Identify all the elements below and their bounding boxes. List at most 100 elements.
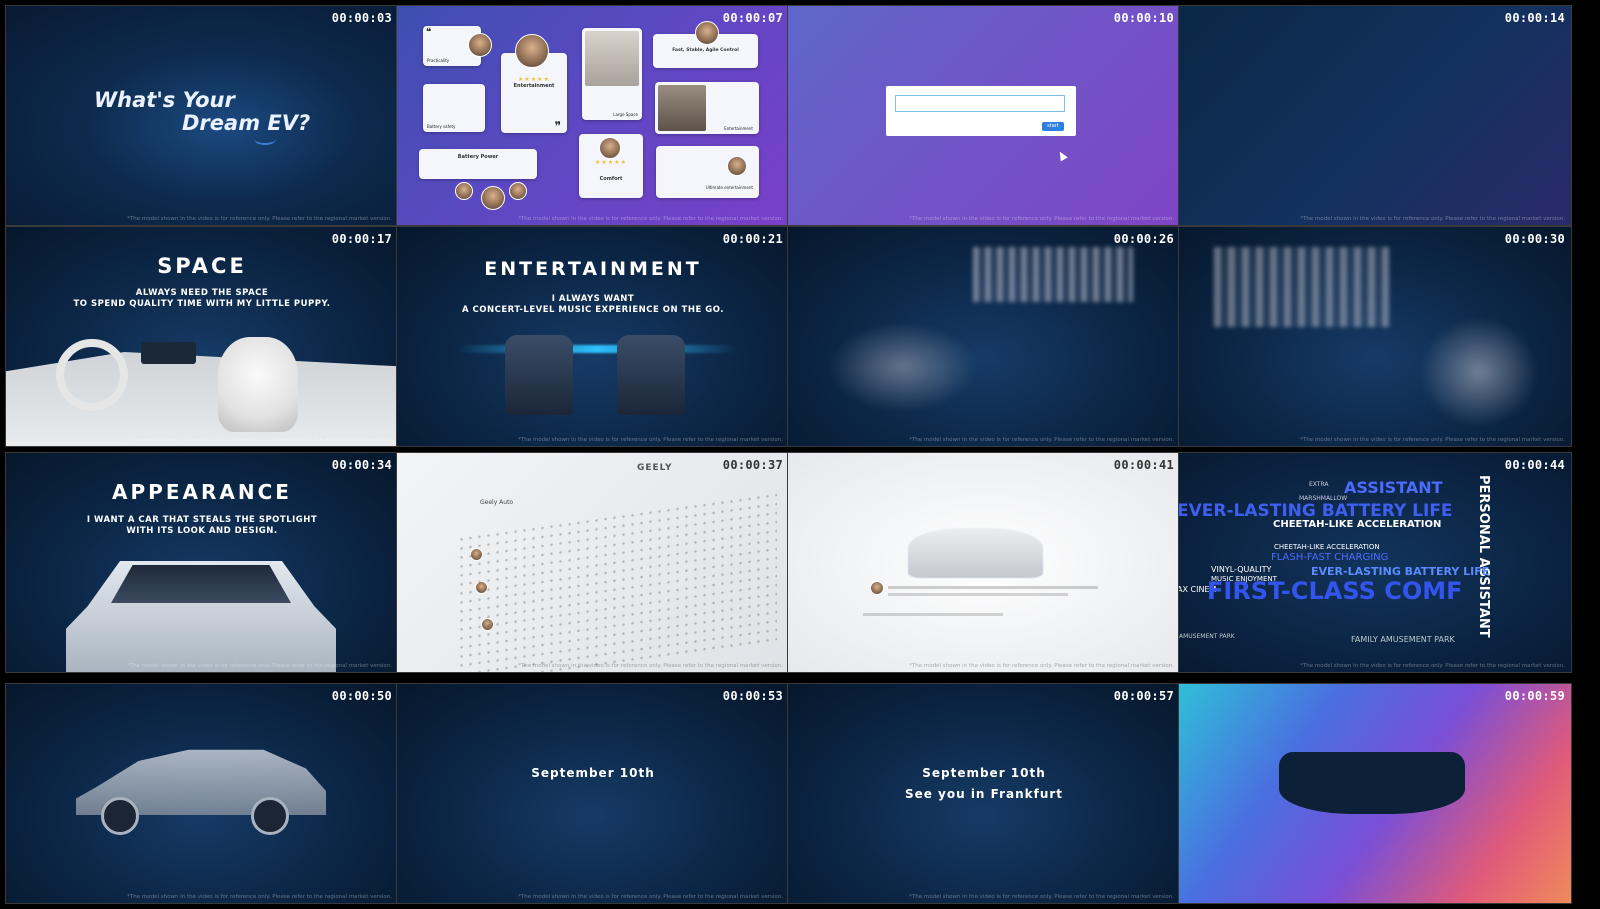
frame-11[interactable]: 00:00:41 *The model shown in the video i… bbox=[787, 452, 1181, 673]
card-label: Entertainment bbox=[724, 126, 753, 131]
word-personal-assistant: PERSONAL ASSISTANT bbox=[1476, 475, 1491, 638]
video-frame-grid: 00:00:03 What's Your Dream EV? *The mode… bbox=[0, 0, 1600, 909]
subtitle-line1: I WANT A CAR THAT STEALS THE SPOTLIGHT bbox=[86, 515, 318, 525]
card-label: Large Space bbox=[613, 112, 638, 117]
frame-4[interactable]: 00:00:14 *The model shown in the video i… bbox=[1178, 5, 1572, 226]
avatar bbox=[515, 34, 549, 68]
timestamp: 00:00:41 bbox=[1113, 458, 1174, 472]
disclaimer: *The model shown in the video is for ref… bbox=[518, 437, 783, 443]
blurred-text-line bbox=[888, 593, 1068, 596]
section-title: ENTERTAINMENT bbox=[484, 258, 702, 280]
post-author: Geely Auto bbox=[480, 499, 514, 506]
avatar bbox=[695, 21, 719, 45]
word-vinyl: VINYL-QUALITY bbox=[1211, 565, 1272, 574]
subtitle-line2: TO SPEND QUALITY TIME WITH MY LITTLE PUP… bbox=[73, 299, 331, 309]
blurred-shape bbox=[828, 322, 978, 412]
frame-12[interactable]: 00:00:44 EXTRA ASSISTANT PERSONAL ASSIST… bbox=[1178, 452, 1572, 673]
blurred-text-line bbox=[888, 586, 1098, 589]
blurred-shape bbox=[1419, 317, 1539, 427]
card-label: Battery Power bbox=[457, 154, 499, 160]
geely-logo-shape bbox=[1279, 752, 1465, 814]
card-label: Entertainment bbox=[513, 83, 555, 89]
headline-line1: What's Your bbox=[94, 88, 235, 112]
avatar bbox=[509, 182, 527, 200]
blurred-text bbox=[1214, 247, 1389, 327]
word-amusement-park: AMUSEMENT PARK bbox=[1179, 633, 1235, 640]
disclaimer: *The model shown in the video is for ref… bbox=[127, 437, 392, 443]
frame-13[interactable]: 00:00:50 *The model shown in the video i… bbox=[5, 683, 399, 904]
word-first-class: FIRST-CLASS COMF bbox=[1207, 577, 1463, 605]
avatar bbox=[599, 137, 621, 159]
avatar bbox=[481, 186, 505, 210]
disclaimer: *The model shown in the video is for ref… bbox=[127, 663, 392, 669]
dashboard-screen bbox=[141, 342, 196, 364]
event-date: September 10th bbox=[922, 766, 1046, 780]
timestamp: 00:00:14 bbox=[1504, 11, 1565, 25]
disclaimer: *The model shown in the video is for ref… bbox=[909, 894, 1174, 900]
wheel-rear bbox=[251, 797, 289, 835]
card-label: Battery safety bbox=[427, 124, 456, 129]
timestamp: 00:00:03 bbox=[331, 11, 392, 25]
dream-ev-input[interactable] bbox=[895, 95, 1065, 112]
subtitle-line1: ALWAYS NEED THE SPACE bbox=[135, 288, 269, 298]
cursor-icon bbox=[1056, 149, 1068, 162]
card-label: Fast, Stable, Agile Control bbox=[672, 48, 739, 53]
steering-wheel bbox=[56, 339, 128, 411]
timestamp: 00:00:10 bbox=[1113, 11, 1174, 25]
disclaimer: *The model shown in the video is for ref… bbox=[518, 894, 783, 900]
disclaimer: *The model shown in the video is for ref… bbox=[909, 663, 1174, 669]
avatar bbox=[455, 182, 473, 200]
review-card-entertainment-2: Entertainment bbox=[655, 82, 759, 134]
frame-6[interactable]: 00:00:21 ENTERTAINMENT I ALWAYS WANT A C… bbox=[396, 226, 790, 447]
frame-3[interactable]: 00:00:10 start *The model shown in the v… bbox=[787, 5, 1181, 226]
quote-icon: ❝ bbox=[426, 27, 432, 38]
photo bbox=[658, 85, 706, 131]
word-extra: EXTRA bbox=[1309, 481, 1329, 488]
timestamp: 00:00:50 bbox=[331, 689, 392, 703]
timestamp: 00:00:21 bbox=[722, 232, 783, 246]
card-label: Practicality bbox=[427, 58, 450, 63]
timestamp: 00:00:57 bbox=[1113, 689, 1174, 703]
car-side-image bbox=[908, 528, 1043, 578]
scattered-particles bbox=[457, 490, 777, 672]
blurred-text bbox=[973, 247, 1133, 302]
card-label: Ultimate entertainment bbox=[705, 185, 753, 190]
timestamp: 00:00:26 bbox=[1113, 232, 1174, 246]
frame-7[interactable]: 00:00:26 *The model shown in the video i… bbox=[787, 226, 1181, 447]
frame-8[interactable]: 00:00:30 *The model shown in the video i… bbox=[1178, 226, 1572, 447]
word-assistant: ASSISTANT bbox=[1344, 478, 1443, 497]
dalmatian-dog bbox=[218, 337, 298, 432]
frame-15[interactable]: 00:00:57 September 10th See you in Frank… bbox=[787, 683, 1181, 904]
timestamp: 00:00:44 bbox=[1504, 458, 1565, 472]
frame-16[interactable]: 00:00:59 bbox=[1178, 683, 1572, 904]
disclaimer: *The model shown in the video is for ref… bbox=[127, 894, 392, 900]
disclaimer: *The model shown in the video is for ref… bbox=[127, 216, 392, 222]
disclaimer: *The model shown in the video is for ref… bbox=[518, 663, 783, 669]
review-card-large-space: Large Space bbox=[582, 28, 642, 120]
rating-stars: ★★★★★ bbox=[595, 159, 627, 166]
event-date: September 10th bbox=[531, 766, 655, 780]
word-ever-lasting: EVER-LASTING BATTERY LIFE bbox=[1178, 501, 1453, 521]
wheel-front bbox=[101, 797, 139, 835]
timestamp: 00:00:59 bbox=[1504, 689, 1565, 703]
avatar bbox=[870, 581, 884, 595]
frame-14[interactable]: 00:00:53 September 10th *The model shown… bbox=[396, 683, 790, 904]
avatar bbox=[468, 33, 492, 57]
frame-10[interactable]: 00:00:37 GEELY Geely Auto *The model sho… bbox=[396, 452, 790, 673]
timestamp: 00:00:17 bbox=[331, 232, 392, 246]
disclaimer: *The model shown in the video is for ref… bbox=[1300, 437, 1565, 443]
photo bbox=[585, 31, 639, 86]
start-button[interactable]: start bbox=[1042, 122, 1064, 131]
seat-right bbox=[617, 335, 685, 415]
timestamp: 00:00:37 bbox=[722, 458, 783, 472]
word-cheetah-like-2: CHEETAH-LIKE ACCELERATION bbox=[1274, 543, 1380, 551]
review-card-battery-safety: Battery safety bbox=[423, 84, 485, 132]
frame-2[interactable]: 00:00:07 ❝ Practicality Battery safety ★… bbox=[396, 5, 790, 226]
timestamp: 00:00:34 bbox=[331, 458, 392, 472]
frame-5[interactable]: 00:00:17 SPACE ALWAYS NEED THE SPACE TO … bbox=[5, 226, 399, 447]
disclaimer: *The model shown in the video is for ref… bbox=[518, 216, 783, 222]
frame-1[interactable]: 00:00:03 What's Your Dream EV? *The mode… bbox=[5, 5, 399, 226]
timestamp: 00:00:30 bbox=[1504, 232, 1565, 246]
search-dialog: start bbox=[886, 86, 1076, 136]
frame-9[interactable]: 00:00:34 APPEARANCE I WANT A CAR THAT ST… bbox=[5, 452, 399, 673]
